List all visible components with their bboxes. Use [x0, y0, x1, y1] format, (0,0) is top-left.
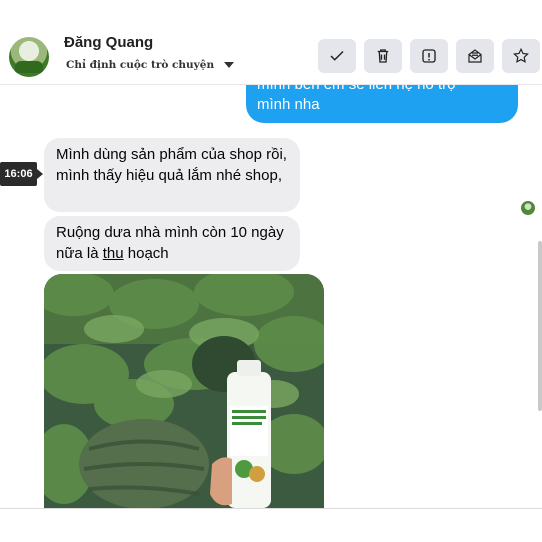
check-icon — [330, 50, 344, 61]
seen-avatar — [521, 201, 535, 215]
mark-unread-button[interactable] — [456, 39, 494, 73]
caret-down-icon — [224, 62, 235, 68]
watermelon-field-image — [44, 274, 324, 509]
incoming-message[interactable]: Mình dùng sản phẩm của shop rồi, mình th… — [44, 138, 300, 212]
message-photo[interactable] — [44, 274, 324, 509]
message-text: Ruộng dưa nhà mình còn 10 ngày nữa là — [56, 224, 284, 262]
assign-label: Chỉ định cuộc trò chuyện — [66, 59, 215, 71]
outgoing-message-line1: mình bên em sẽ liên hệ hỗ trợ — [257, 84, 457, 93]
mark-done-button[interactable] — [318, 39, 356, 73]
mail-icon — [468, 49, 482, 63]
message-timestamp: 16:06 — [0, 162, 43, 186]
header-actions — [318, 39, 540, 73]
contact-avatar[interactable] — [9, 37, 49, 77]
outgoing-message-line2: mình nha — [257, 96, 320, 113]
outgoing-message[interactable]: mình bên em sẽ liên hệ hỗ trợ mình nha — [246, 84, 518, 123]
conversation-header: Đăng Quang Chỉ định cuộc trò chuyện — [0, 0, 542, 84]
star-button[interactable] — [502, 39, 540, 73]
alert-icon — [422, 49, 436, 63]
delete-button[interactable] — [364, 39, 402, 73]
trash-icon — [377, 49, 389, 63]
scrollbar[interactable] — [538, 241, 542, 411]
composer-divider — [0, 508, 542, 509]
contact-name[interactable]: Đăng Quang — [64, 34, 153, 51]
incoming-message[interactable]: Ruộng dưa nhà mình còn 10 ngày nữa là th… — [44, 216, 300, 271]
star-icon — [513, 47, 529, 63]
message-text: hoạch — [123, 245, 169, 262]
message-thread[interactable]: mình bên em sẽ liên hệ hỗ trợ mình nha 1… — [0, 84, 542, 509]
message-text-underlined: thu — [102, 245, 124, 262]
assign-conversation-dropdown[interactable]: Chỉ định cuộc trò chuyện — [66, 59, 235, 71]
spam-button[interactable] — [410, 39, 448, 73]
